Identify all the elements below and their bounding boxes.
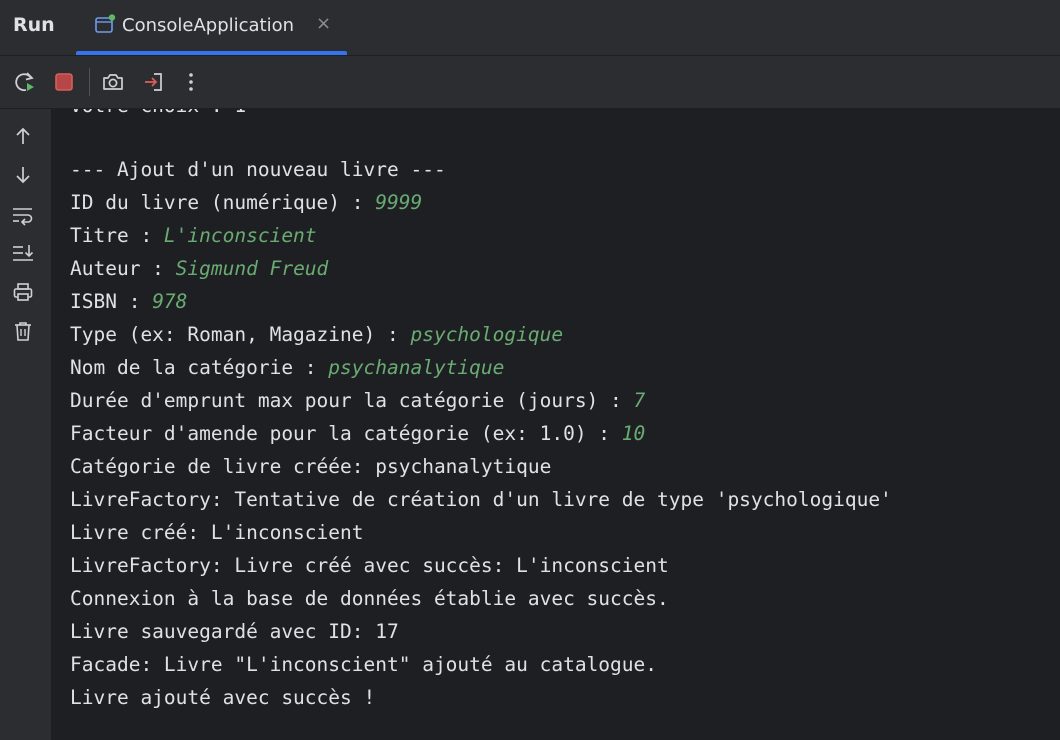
tab-title: ConsoleApplication <box>122 15 295 36</box>
console-line: Livre sauvegardé avec ID: 17 <box>70 618 399 646</box>
user-input-text: L'inconscient <box>163 224 317 247</box>
console-text: Livre sauvegardé avec ID: 17 <box>70 620 399 643</box>
exit-button[interactable] <box>138 67 168 97</box>
console-text: ISBN : <box>70 290 153 313</box>
soft-wrap-icon <box>11 204 35 226</box>
print-icon <box>12 281 34 303</box>
tab-console-application[interactable]: ConsoleApplication × <box>76 0 347 55</box>
console-text: Facade: Livre "L'inconscient" ajouté au … <box>70 653 657 676</box>
scroll-down-button[interactable] <box>10 162 36 188</box>
console-line: Nom de la catégorie : psychanalytique <box>70 354 504 382</box>
user-input-text: 978 <box>152 290 188 313</box>
console-line: Auteur : Sigmund Freud <box>70 255 328 283</box>
screenshot-button[interactable] <box>98 67 128 97</box>
arrow-down-icon <box>12 164 34 186</box>
console-side-toolbar <box>0 109 52 740</box>
console-line: LivreFactory: Tentative de création d'un… <box>70 486 892 514</box>
console-text: Connexion à la base de données établie a… <box>70 587 669 610</box>
console-line: ISBN : 978 <box>70 288 187 316</box>
user-input-text: Sigmund Freud <box>175 257 329 280</box>
console-text: Livre créé: L'inconscient <box>70 521 364 544</box>
user-input-text: 9999 <box>375 191 423 214</box>
console-line: Connexion à la base de données établie a… <box>70 585 669 613</box>
exit-icon <box>141 70 165 94</box>
stop-icon <box>53 71 75 93</box>
user-input-text: psychanalytique <box>328 356 505 379</box>
console-line: LivreFactory: Livre créé avec succès: L'… <box>70 552 669 580</box>
stop-button[interactable] <box>49 67 79 97</box>
more-vertical-icon <box>179 70 203 94</box>
console-line: Durée d'emprunt max pour la catégorie (j… <box>70 387 645 415</box>
console-text: --- Ajout d'un nouveau livre --- <box>70 158 446 181</box>
console-partial-line: Votre choix : 1 <box>70 109 246 117</box>
console-line: Catégorie de livre créée: psychanalytiqu… <box>70 453 551 481</box>
console-text: ID du livre (numérique) : <box>70 191 376 214</box>
console-text: Titre : <box>70 224 164 247</box>
close-icon[interactable]: × <box>316 14 332 34</box>
console-output[interactable]: Votre choix : 1 --- Ajout d'un nouveau l… <box>52 109 1060 740</box>
console-line: Type (ex: Roman, Magazine) : psychologiq… <box>70 321 563 349</box>
trash-icon <box>12 320 34 342</box>
user-input-text: psychologique <box>410 323 564 346</box>
active-tab-indicator <box>76 51 347 55</box>
console-text: Livre ajouté avec succès ! <box>70 686 376 709</box>
user-input-text: 7 <box>633 389 646 412</box>
console-text: LivreFactory: Livre créé avec succès: L'… <box>70 554 669 577</box>
scroll-to-end-button[interactable] <box>10 240 36 266</box>
user-input-text: 10 <box>621 422 646 445</box>
scroll-up-button[interactable] <box>10 123 36 149</box>
arrow-up-icon <box>12 125 34 147</box>
toolbar-separator <box>89 68 90 96</box>
more-options-button[interactable] <box>176 67 206 97</box>
tab-bar: Run ConsoleApplication × <box>0 0 1060 56</box>
rerun-button[interactable] <box>10 67 40 97</box>
console-text: Nom de la catégorie : <box>70 356 329 379</box>
run-toolbar <box>0 56 1060 109</box>
console-app-icon <box>94 14 116 36</box>
console-text: Type (ex: Roman, Magazine) : <box>70 323 411 346</box>
rerun-icon <box>13 70 37 94</box>
run-tool-window-title: Run <box>13 14 55 36</box>
console-text: LivreFactory: Tentative de création d'un… <box>70 488 892 511</box>
console-text: Catégorie de livre créée: psychanalytiqu… <box>70 455 552 478</box>
console-line: --- Ajout d'un nouveau livre --- <box>70 156 446 184</box>
console-line: Votre choix : 1 <box>70 109 246 120</box>
console-line: ID du livre (numérique) : 9999 <box>70 189 422 217</box>
console-line: Facteur d'amende pour la catégorie (ex: … <box>70 420 645 448</box>
console-line: Livre créé: L'inconscient <box>70 519 364 547</box>
console-text: Durée d'emprunt max pour la catégorie (j… <box>70 389 634 412</box>
console-text: Auteur : <box>70 257 176 280</box>
camera-icon <box>101 70 125 94</box>
print-button[interactable] <box>10 279 36 305</box>
clear-all-button[interactable] <box>10 318 36 344</box>
console-text: Facteur d'amende pour la catégorie (ex: … <box>70 422 622 445</box>
console-line: Livre ajouté avec succès ! <box>70 684 375 712</box>
scroll-to-end-icon <box>11 242 35 264</box>
console-line: Titre : L'inconscient <box>70 222 317 250</box>
console-line: Facade: Livre "L'inconscient" ajouté au … <box>70 651 657 679</box>
soft-wrap-button[interactable] <box>10 202 36 228</box>
